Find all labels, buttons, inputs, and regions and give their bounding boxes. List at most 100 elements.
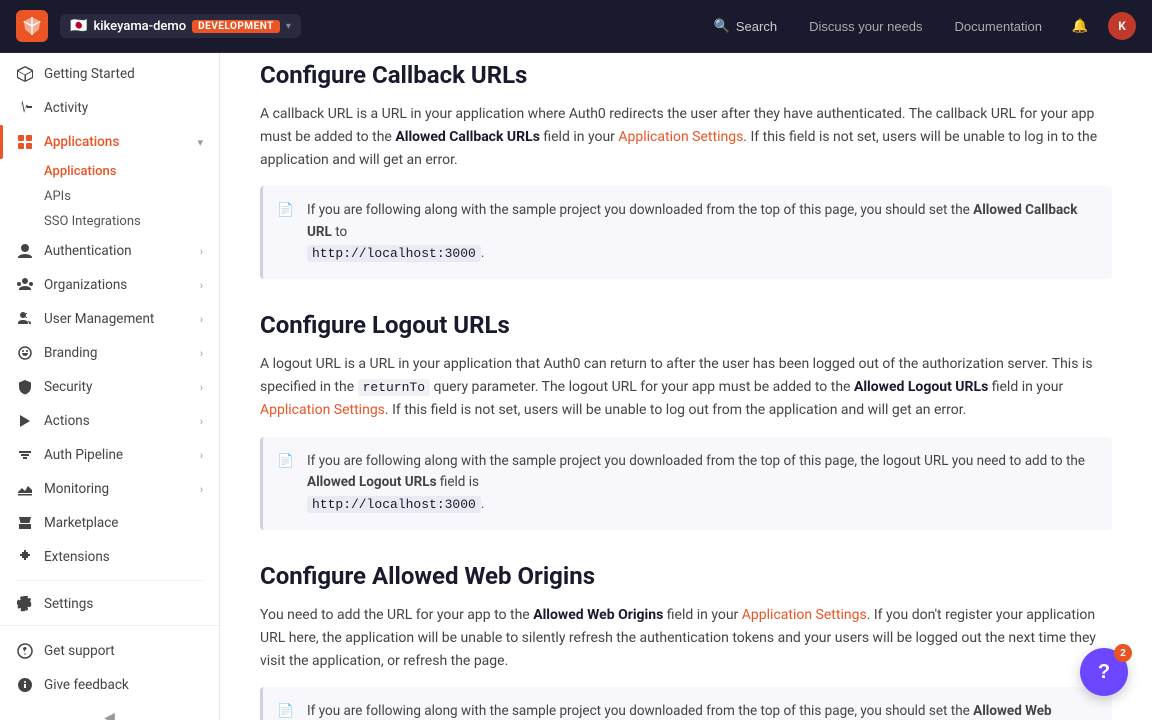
sidebar-item-give-feedback[interactable]: Give feedback [0, 668, 219, 702]
note-code-callback: http://localhost:3000 [307, 245, 481, 262]
security-icon [16, 378, 34, 396]
actions-chevron-icon: › [200, 415, 203, 428]
sidebar-item-user-management[interactable]: User Management › [0, 302, 219, 336]
note-icon-origins: 📄 [277, 701, 294, 720]
sidebar-item-branding[interactable]: Branding › [0, 336, 219, 370]
extensions-icon [16, 548, 34, 566]
section-web-origins: Configure Allowed Web Origins You need t… [260, 562, 1112, 720]
sidebar-item-actions-label: Actions [44, 413, 90, 429]
branding-chevron-icon: › [200, 347, 203, 360]
bell-icon: 🔔 [1072, 18, 1089, 34]
text-callback-2: field in your [540, 129, 618, 145]
monitoring-icon [16, 480, 34, 498]
sidebar-item-give-feedback-label: Give feedback [44, 677, 129, 693]
sidebar-item-branding-label: Branding [44, 345, 97, 361]
tenant-name: kikeyama-demo [93, 19, 186, 34]
sidebar-item-getting-started[interactable]: Getting Started [0, 57, 219, 91]
sidebar-item-applications[interactable]: Applications ▾ [0, 125, 219, 159]
user-management-chevron-icon: › [200, 313, 203, 326]
actions-icon [16, 412, 34, 430]
auth-pipeline-icon [16, 446, 34, 464]
sidebar-sub-item-applications[interactable]: Applications [44, 159, 219, 184]
main-content: Configure Callback URLs A callback URL i… [220, 53, 1152, 720]
auth0-logo[interactable] [16, 10, 48, 42]
paragraph-logout-urls: A logout URL is a URL in your applicatio… [260, 353, 1112, 422]
note-icon-callback: 📄 [277, 200, 294, 222]
sidebar-sub-item-sso[interactable]: SSO Integrations [44, 209, 219, 234]
text-logout-3: field in your [988, 379, 1063, 395]
authentication-chevron-icon: › [200, 245, 203, 258]
monitoring-chevron-icon: › [200, 483, 203, 496]
section-logout-urls: Configure Logout URLs A logout URL is a … [260, 311, 1112, 529]
sidebar-item-marketplace-label: Marketplace [44, 515, 118, 531]
sidebar-item-user-management-label: User Management [44, 311, 154, 327]
authentication-icon [16, 242, 34, 260]
sidebar-item-security[interactable]: Security › [0, 370, 219, 404]
marketplace-icon [16, 514, 34, 532]
notifications-button[interactable]: 🔔 [1064, 10, 1096, 42]
help-icon: ? [1098, 661, 1110, 684]
note-box-origins: 📄 If you are following along with the sa… [260, 687, 1112, 720]
sidebar-item-activity[interactable]: Activity [0, 91, 219, 125]
collapse-icon: ◀ [104, 710, 115, 720]
note-code-logout: http://localhost:3000 [307, 496, 481, 513]
help-button[interactable]: 2 ? [1080, 648, 1128, 696]
sidebar-item-applications-label: Applications [44, 134, 119, 150]
sidebar-sub-item-apis[interactable]: APIs [44, 184, 219, 209]
link-app-settings-callback[interactable]: Application Settings [618, 129, 743, 146]
sidebar-bottom: Get support Give feedback ◀ [0, 625, 219, 720]
sidebar-item-settings-label: Settings [44, 596, 93, 612]
heading-logout-urls: Configure Logout URLs [260, 311, 1112, 339]
search-label: Search [736, 19, 777, 34]
getting-started-icon [16, 65, 34, 83]
sidebar-item-getting-started-label: Getting Started [44, 66, 135, 82]
sidebar-sub-applications: Applications APIs SSO Integrations [0, 159, 219, 234]
activity-icon [16, 99, 34, 117]
main-layout: Getting Started Activity Applications ▾ … [0, 53, 1152, 720]
sidebar-item-security-label: Security [44, 379, 92, 395]
sidebar-item-activity-label: Activity [44, 100, 88, 116]
sidebar-item-organizations[interactable]: Organizations › [0, 268, 219, 302]
note-text-callback: If you are following along with the samp… [307, 202, 1077, 240]
sidebar-item-get-support-label: Get support [44, 643, 115, 659]
sidebar-item-marketplace[interactable]: Marketplace [0, 506, 219, 540]
sidebar-item-authentication-label: Authentication [44, 243, 132, 259]
sidebar-section-main: Getting Started Activity Applications ▾ … [0, 53, 219, 625]
give-feedback-icon [16, 676, 34, 694]
search-button[interactable]: 🔍 Search [704, 12, 787, 40]
sidebar-item-authentication[interactable]: Authentication › [0, 234, 219, 268]
docs-label: Documentation [955, 19, 1042, 34]
branding-icon [16, 344, 34, 362]
documentation-button[interactable]: Documentation [945, 13, 1052, 40]
applications-icon [16, 133, 34, 151]
tenant-selector[interactable]: 🇯🇵 kikeyama-demo DEVELOPMENT ▾ [60, 14, 301, 38]
sidebar-item-auth-pipeline-label: Auth Pipeline [44, 447, 123, 463]
sidebar-item-organizations-label: Organizations [44, 277, 127, 293]
link-app-settings-origins[interactable]: Application Settings [742, 607, 867, 624]
note-end-callback: . [481, 245, 485, 261]
sidebar-item-actions[interactable]: Actions › [0, 404, 219, 438]
note-box-logout: 📄 If you are following along with the sa… [260, 437, 1112, 530]
organizations-icon [16, 276, 34, 294]
sidebar-collapse-button[interactable]: ◀ [0, 702, 219, 720]
heading-callback-urls: Configure Callback URLs [260, 61, 1112, 89]
applications-chevron-icon: ▾ [197, 136, 203, 149]
sidebar-item-monitoring[interactable]: Monitoring › [0, 472, 219, 506]
user-management-icon [16, 310, 34, 328]
sidebar-divider [16, 580, 203, 581]
user-avatar[interactable]: K [1108, 12, 1136, 40]
discuss-needs-button[interactable]: Discuss your needs [799, 13, 932, 40]
bold-callback-1: Allowed Callback URLs [395, 129, 540, 145]
sidebar-item-extensions-label: Extensions [44, 549, 110, 565]
sidebar-item-settings[interactable]: Settings [0, 587, 219, 621]
link-app-settings-logout[interactable]: Application Settings [260, 402, 385, 419]
search-icon: 🔍 [714, 18, 730, 34]
auth-pipeline-chevron-icon: › [200, 449, 203, 462]
sidebar-item-extensions[interactable]: Extensions [0, 540, 219, 574]
text-origins-1: You need to add the URL for your app to … [260, 607, 533, 623]
sidebar-item-auth-pipeline[interactable]: Auth Pipeline › [0, 438, 219, 472]
paragraph-web-origins: You need to add the URL for your app to … [260, 604, 1112, 673]
section-callback-urls: Configure Callback URLs A callback URL i… [260, 61, 1112, 279]
topnav: 🇯🇵 kikeyama-demo DEVELOPMENT ▾ 🔍 Search … [0, 0, 1152, 53]
sidebar-item-get-support[interactable]: Get support [0, 634, 219, 668]
